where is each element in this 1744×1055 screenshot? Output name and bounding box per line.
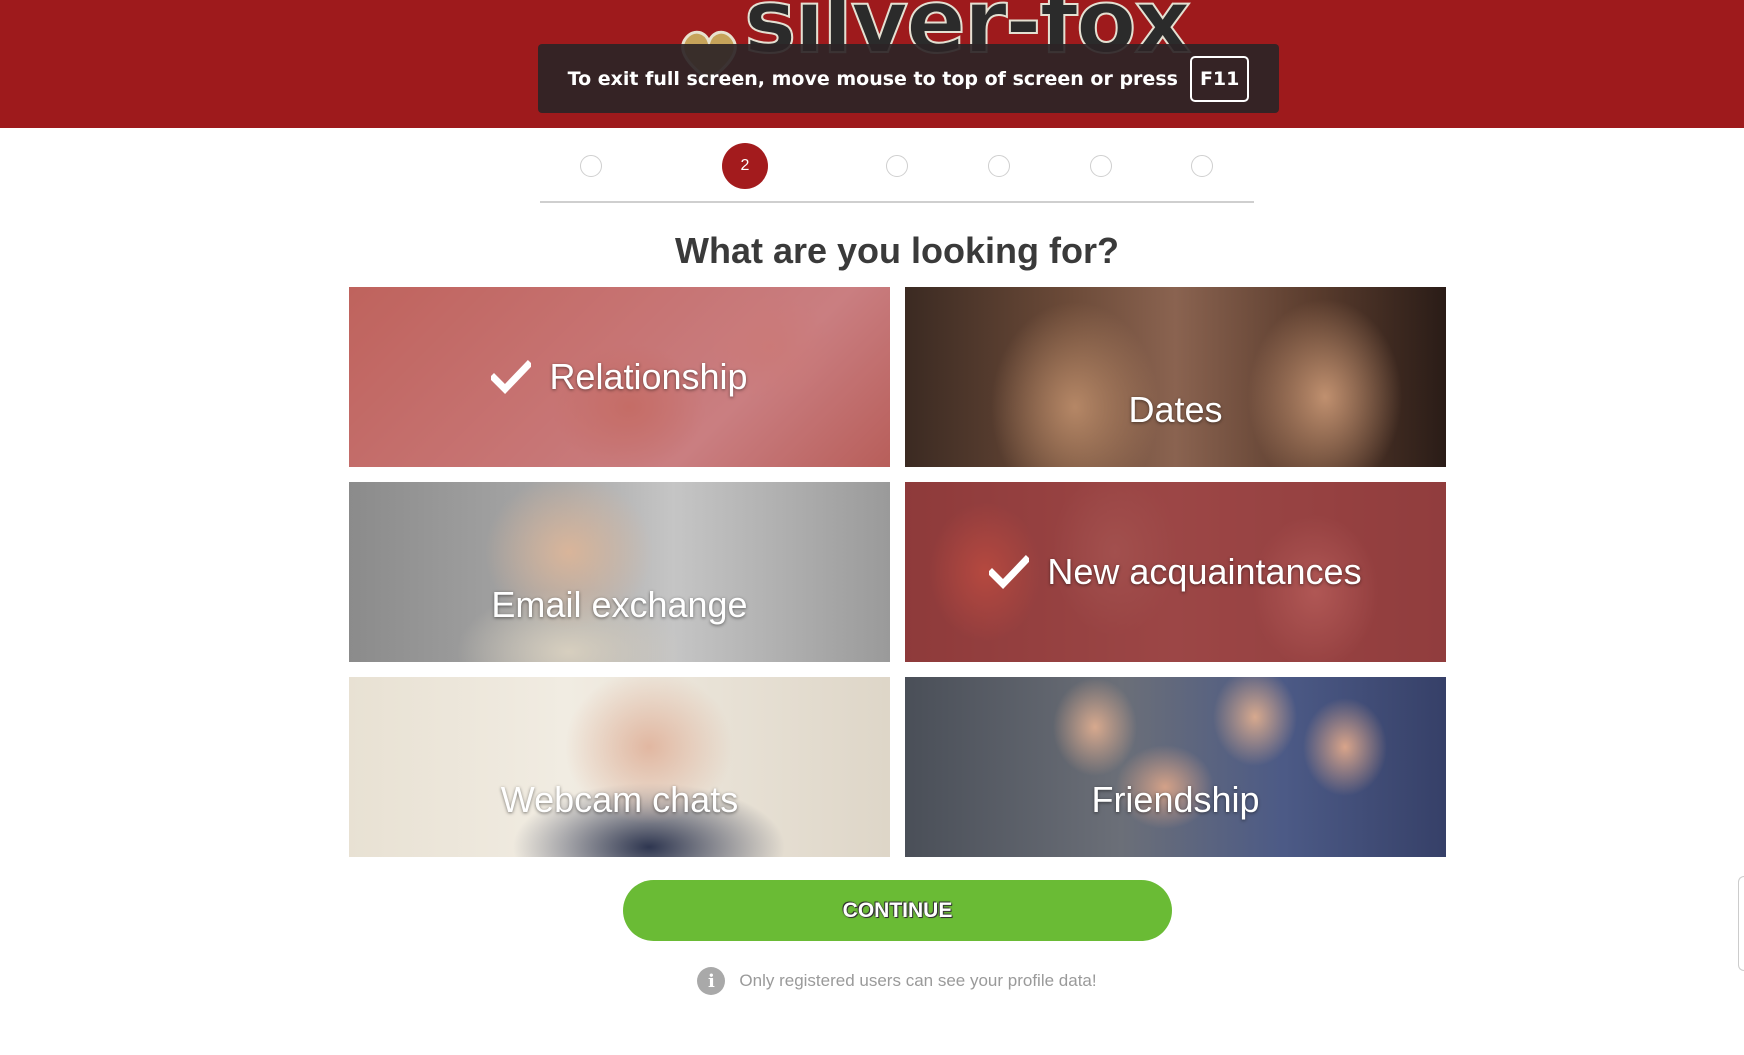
option-label: Dates — [1128, 389, 1223, 430]
option-label: New acquaintances — [1047, 551, 1362, 592]
info-icon: i — [697, 967, 726, 995]
checkmark-icon — [491, 360, 532, 394]
step-3-dot — [886, 155, 908, 177]
side-feedback-tab[interactable] — [1738, 876, 1744, 971]
continue-label: CONTINUE — [842, 898, 953, 922]
step-6-dot — [1191, 155, 1213, 177]
option-label: Email exchange — [491, 584, 748, 625]
fullscreen-notice-text: To exit full screen, move mouse to top o… — [567, 67, 1178, 90]
continue-button[interactable]: CONTINUE — [623, 880, 1172, 941]
option-friendship[interactable]: Friendship — [905, 677, 1446, 857]
option-label: Relationship — [549, 356, 748, 397]
progress-stepper: 2 — [540, 140, 1254, 203]
privacy-note: i Only registered users can see your pro… — [0, 967, 1744, 995]
option-new-acquaintances[interactable]: New acquaintances — [905, 482, 1446, 662]
f11-key-badge: F11 — [1189, 55, 1250, 102]
option-email-exchange[interactable]: Email exchange — [349, 482, 890, 662]
option-dates[interactable]: Dates — [905, 287, 1446, 467]
option-relationship[interactable]: Relationship — [349, 287, 890, 467]
step-1-dot — [580, 155, 602, 177]
privacy-note-text: Only registered users can see your profi… — [739, 971, 1097, 990]
step-4-dot — [988, 155, 1010, 177]
step-5-dot — [1090, 155, 1112, 177]
page-title: What are you looking for? — [674, 230, 1119, 271]
option-label: Friendship — [1091, 779, 1260, 820]
option-webcam-chats[interactable]: Webcam chats — [349, 677, 890, 857]
site-header: silver-fox To exit full screen, move mou… — [0, 0, 1744, 128]
checkmark-icon — [989, 555, 1030, 589]
step-2-current: 2 — [722, 143, 768, 189]
fullscreen-notice: To exit full screen, move mouse to top o… — [538, 44, 1279, 113]
option-label: Webcam chats — [500, 779, 739, 820]
